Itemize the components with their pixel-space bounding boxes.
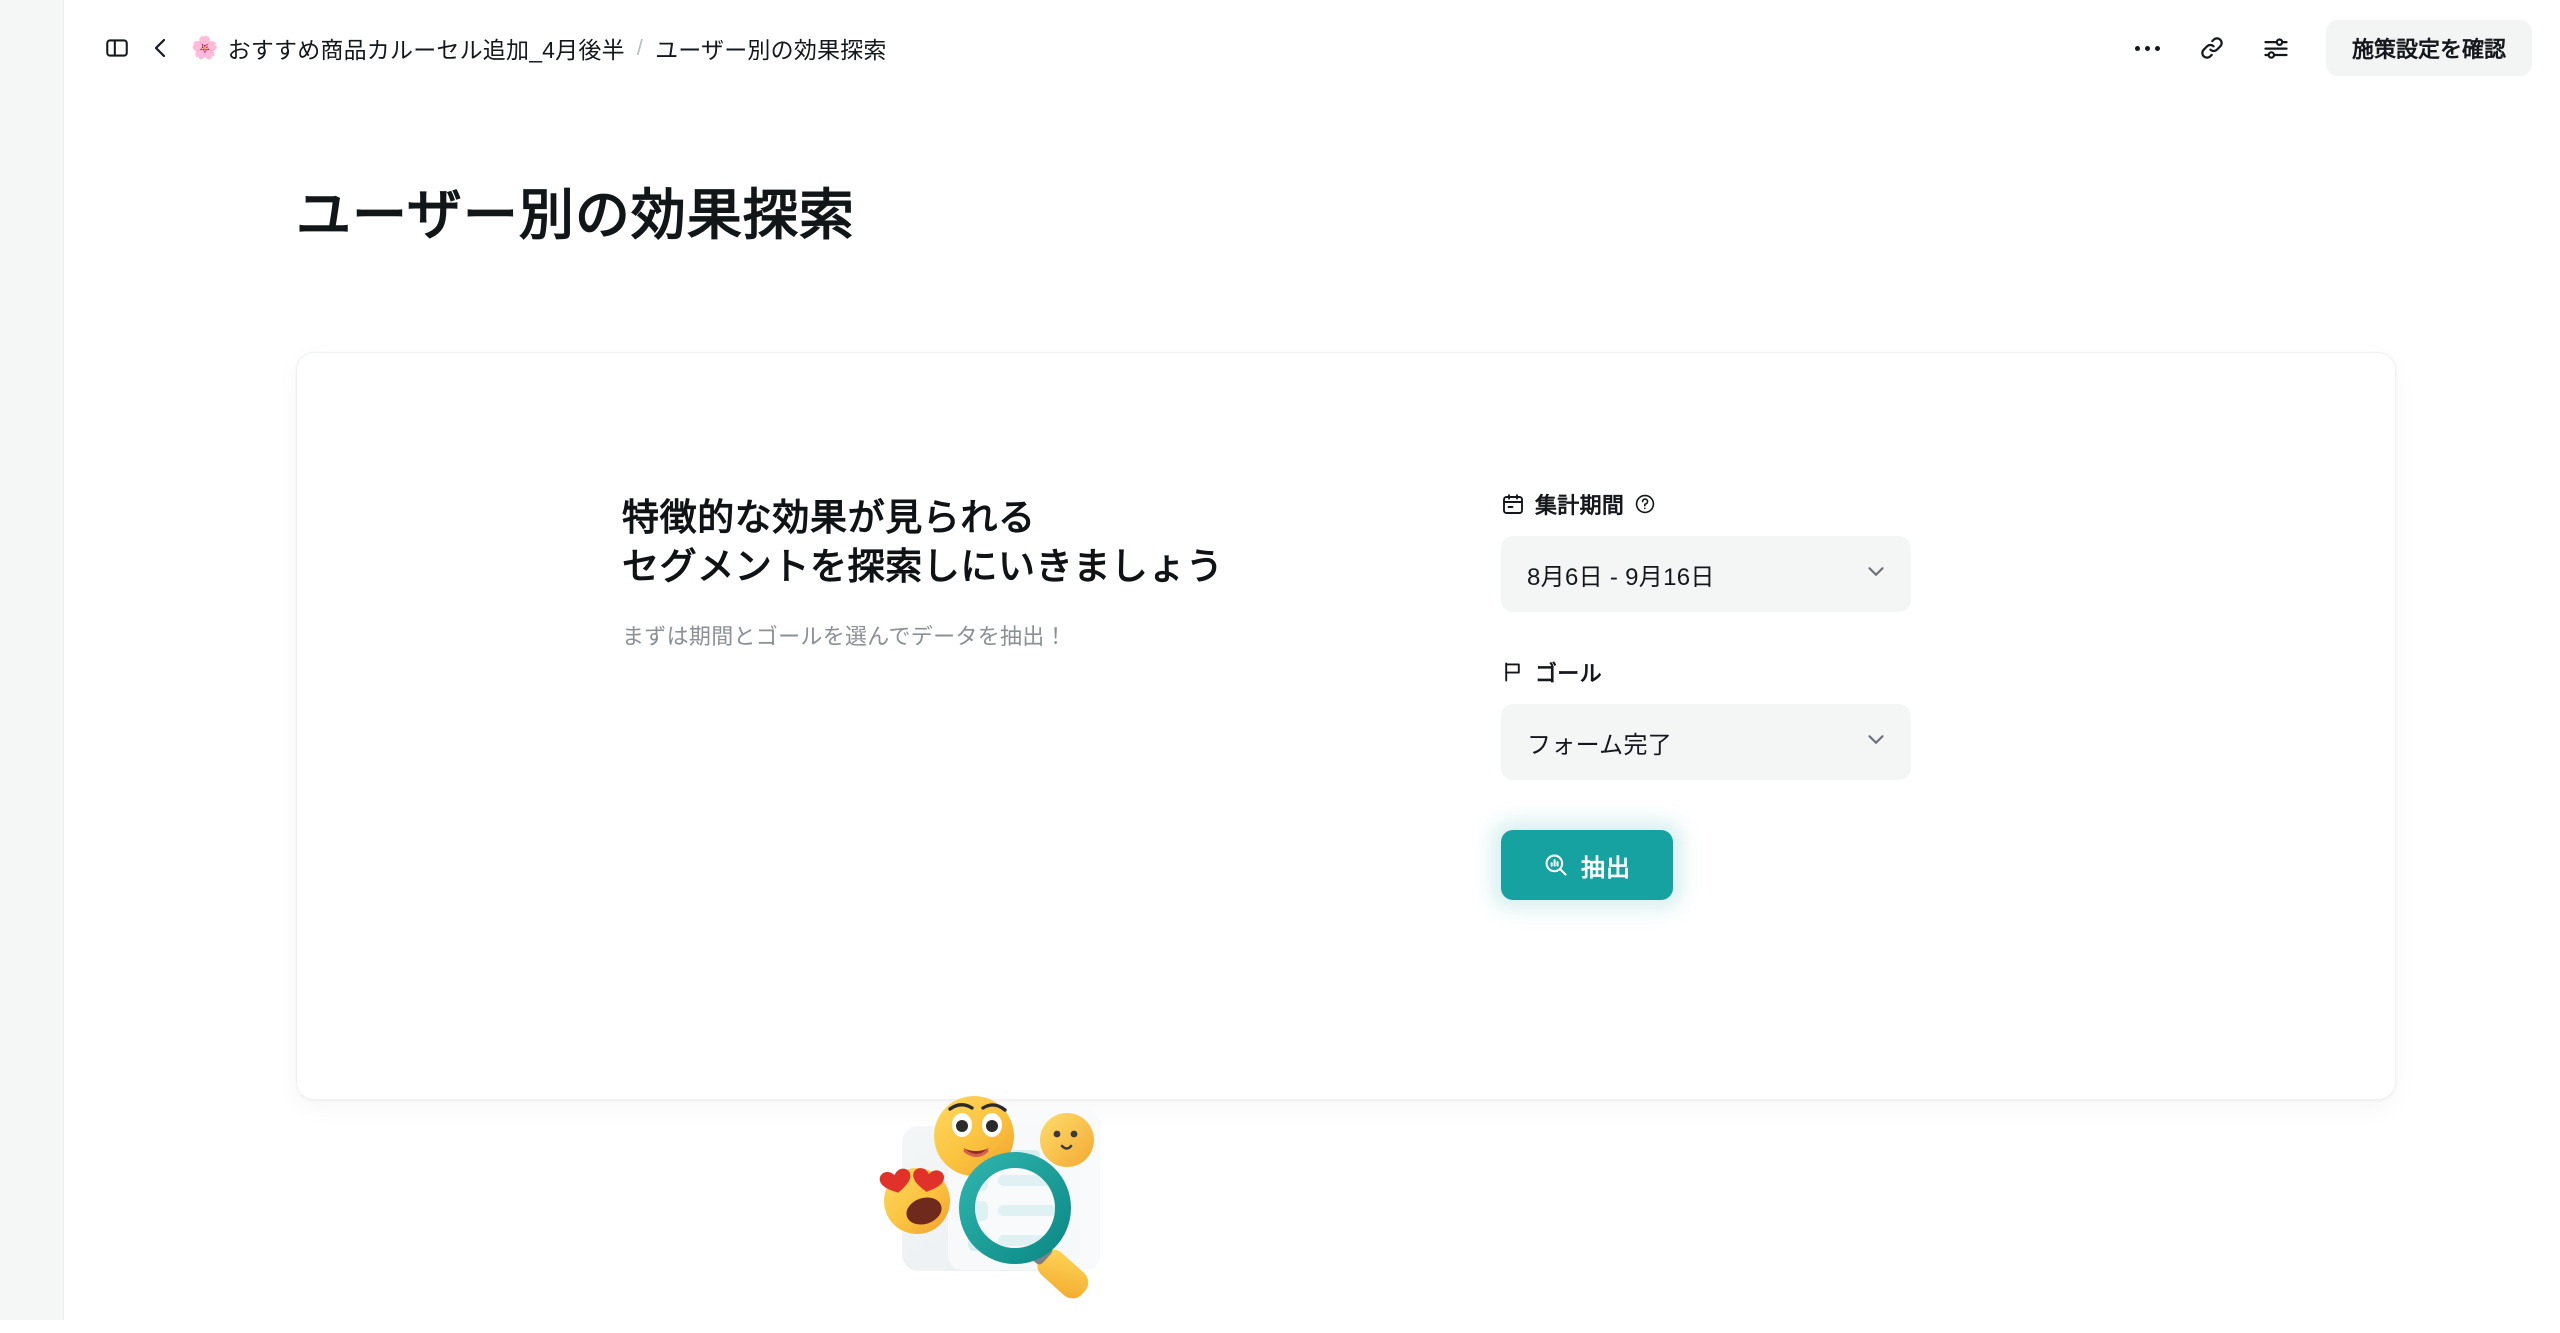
sidebar-panel-icon	[104, 35, 130, 61]
header-right-group: 施策設定を確認	[2126, 20, 2532, 76]
calendar-icon	[1501, 492, 1525, 516]
more-options-button[interactable]	[2126, 26, 2170, 70]
collapsed-sidebar-rail	[0, 0, 64, 1320]
link-icon	[2198, 34, 2226, 62]
sliders-icon	[2262, 34, 2290, 62]
copy-link-button[interactable]	[2190, 26, 2234, 70]
period-label-text: 集計期間	[1535, 493, 1625, 518]
back-button[interactable]	[139, 26, 183, 70]
card-headline: 特徴的な効果が見られる セグメントを探索しにいきましょう	[622, 493, 1542, 591]
form-spacer	[1501, 612, 1921, 656]
chevron-left-icon	[149, 36, 173, 60]
page-title: ユーザー別の効果探索	[296, 184, 855, 246]
chevron-down-icon	[1863, 726, 1889, 759]
search-emoji-illustration	[852, 1068, 1152, 1328]
extract-button-label: 抽出	[1581, 854, 1631, 882]
exploration-setup-card: 特徴的な効果が見られる セグメントを探索しにいきましょう まずは期間とゴールを選…	[296, 352, 2396, 1299]
help-circle-icon[interactable]	[1634, 493, 1656, 515]
extract-button-wrap: 抽出	[1491, 820, 1683, 910]
ellipsis-icon	[2135, 45, 2161, 51]
breadcrumb-current: ユーザー別の効果探索	[655, 37, 887, 63]
sidebar-toggle-button[interactable]	[95, 26, 139, 70]
app-main-area: 🌸 おすすめ商品カルーセル追加_4月後半 / ユーザー別の効果探索 施策設定を確…	[65, 0, 2560, 1320]
period-select-value: 8月6日 - 9月16日	[1527, 563, 1715, 591]
header-left-group: 🌸 おすすめ商品カルーセル追加_4月後半 / ユーザー別の効果探索	[95, 26, 887, 70]
breadcrumb-parent-link[interactable]: おすすめ商品カルーセル追加_4月後半	[228, 31, 625, 65]
confirm-campaign-settings-button[interactable]: 施策設定を確認	[2325, 20, 2532, 76]
goal-select-value: フォーム完了	[1527, 731, 1673, 759]
period-select[interactable]: 8月6日 - 9月16日	[1501, 536, 1911, 612]
goal-label-text: ゴール	[1535, 661, 1602, 686]
flag-icon	[1501, 660, 1525, 684]
card-headline-line1: 特徴的な効果が見られる	[622, 497, 1036, 538]
top-header-bar: 🌸 おすすめ商品カルーセル追加_4月後半 / ユーザー別の効果探索 施策設定を確…	[65, 0, 2560, 96]
card-inner: 特徴的な効果が見られる セグメントを探索しにいきましょう まずは期間とゴールを選…	[297, 353, 2395, 1299]
chart-search-icon	[1543, 852, 1569, 878]
breadcrumb-separator: /	[636, 35, 644, 60]
card-copy-block: 特徴的な効果が見られる セグメントを探索しにいきましょう まずは期間とゴールを選…	[622, 493, 1542, 651]
exploration-form: 集計期間 8月6日 - 9月16日 ゴール フォーム完了 抽出	[1491, 488, 1921, 910]
card-subtext: まずは期間とゴールを選んでデータを抽出！	[622, 624, 1067, 650]
period-field-label: 集計期間	[1501, 488, 1921, 520]
card-headline-line2: セグメントを探索しにいきましょう	[622, 546, 1224, 588]
display-settings-button[interactable]	[2254, 26, 2298, 70]
goal-field-label: ゴール	[1501, 656, 1921, 688]
cherry-blossom-icon: 🌸	[191, 35, 219, 60]
breadcrumb: 🌸 おすすめ商品カルーセル追加_4月後半 / ユーザー別の効果探索	[191, 31, 887, 65]
goal-select[interactable]: フォーム完了	[1501, 704, 1911, 780]
extract-button[interactable]: 抽出	[1501, 830, 1673, 900]
chevron-down-icon	[1863, 558, 1889, 591]
